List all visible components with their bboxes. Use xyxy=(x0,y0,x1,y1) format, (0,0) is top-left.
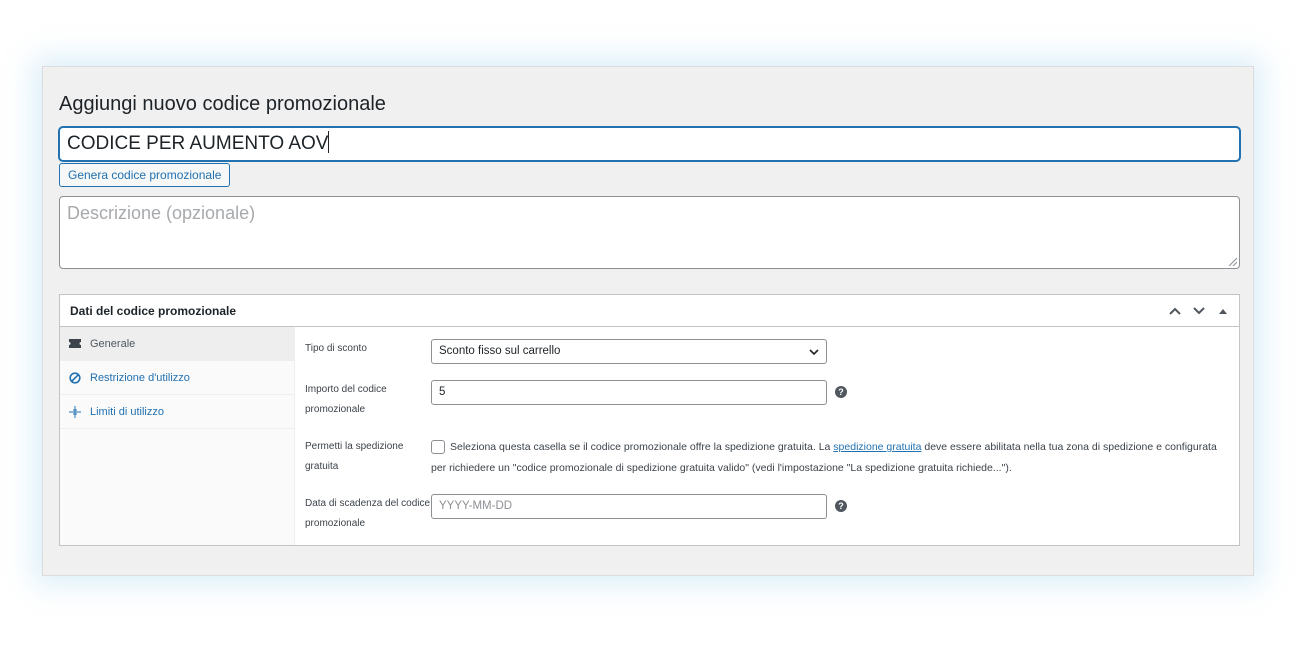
expiry-date-label: Data di scadenza del codice promozionale xyxy=(305,498,431,529)
text-caret xyxy=(328,131,330,153)
amount-label: Importo del codice promozionale xyxy=(305,384,387,415)
general-panel: Tipo di sconto Sconto fisso sul carrello… xyxy=(295,327,1239,545)
chevron-down-icon xyxy=(809,349,819,356)
postbox-header: Dati del codice promozionale xyxy=(60,295,1239,327)
amount-input[interactable]: 5 xyxy=(431,380,827,405)
generate-coupon-button[interactable]: Genera codice promozionale xyxy=(59,163,231,187)
tab-usage-limits[interactable]: Limiti di utilizzo xyxy=(60,395,294,429)
discount-type-label: Tipo di sconto xyxy=(305,343,367,354)
description-placeholder: Descrizione (opzionale) xyxy=(67,203,256,223)
tab-usage-restriction[interactable]: Restrizione d'utilizzo xyxy=(60,361,294,395)
discount-type-select[interactable]: Sconto fisso sul carrello xyxy=(431,339,827,364)
coupon-code-input[interactable]: CODICE PER AUMENTO AOV xyxy=(59,127,1240,161)
coupon-editor-frame: Aggiungi nuovo codice promozionale CODIC… xyxy=(42,66,1254,576)
page-title: Aggiungi nuovo codice promozionale xyxy=(59,93,386,115)
ticket-icon xyxy=(68,337,82,351)
expiry-date-placeholder: YYYY-MM-DD xyxy=(439,500,513,512)
amount-value: 5 xyxy=(439,386,446,398)
free-shipping-link[interactable]: spedizione gratuita xyxy=(833,441,921,453)
postbox-handle-actions xyxy=(1165,301,1233,321)
free-shipping-description: Seleziona questa casella se il codice pr… xyxy=(431,437,1221,479)
toggle-panel-icon[interactable] xyxy=(1213,301,1233,321)
tab-general[interactable]: Generale xyxy=(60,327,294,361)
coupon-data-postbox: Dati del codice promozionale Generale Re… xyxy=(59,294,1240,546)
coupon-code-value: CODICE PER AUMENTO AOV xyxy=(67,133,329,154)
coupon-data-body: Generale Restrizione d'utilizzo Limiti d… xyxy=(60,327,1239,545)
free-shipping-text-before: Seleziona questa casella se il codice pr… xyxy=(450,441,834,453)
resize-handle-icon[interactable] xyxy=(1227,256,1237,266)
tab-general-label: Generale xyxy=(90,337,136,350)
expiry-date-input[interactable]: YYYY-MM-DD xyxy=(431,494,827,519)
help-tip-icon[interactable]: ? xyxy=(835,386,847,398)
discount-type-value: Sconto fisso sul carrello xyxy=(439,345,561,357)
description-textarea[interactable]: Descrizione (opzionale) xyxy=(59,196,1240,269)
tab-usage-limits-label: Limiti di utilizzo xyxy=(90,405,164,418)
move-up-icon[interactable] xyxy=(1165,301,1185,321)
postbox-title: Dati del codice promozionale xyxy=(70,304,237,318)
help-tip-icon[interactable]: ? xyxy=(835,500,847,512)
plus-crosshair-icon xyxy=(68,405,82,419)
free-shipping-label: Permetti la spedizione gratuita xyxy=(305,441,404,472)
move-down-icon[interactable] xyxy=(1189,301,1209,321)
svg-text:?: ? xyxy=(838,387,844,397)
svg-text:?: ? xyxy=(838,501,844,511)
coupon-data-tabs: Generale Restrizione d'utilizzo Limiti d… xyxy=(60,327,295,545)
block-icon xyxy=(68,371,82,385)
tab-usage-restriction-label: Restrizione d'utilizzo xyxy=(90,371,190,384)
